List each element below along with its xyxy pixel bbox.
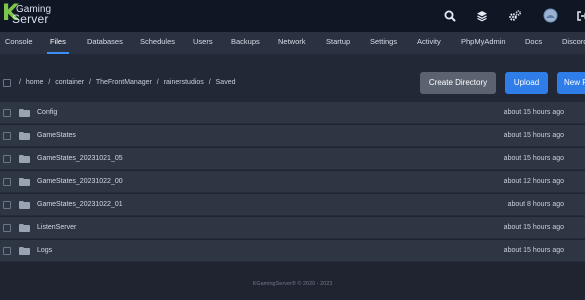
folder-icon [19, 155, 30, 163]
top-bar: K Gaming Server [0, 0, 585, 32]
tab-databases[interactable]: Databases [87, 32, 123, 54]
tab-network[interactable]: Network [278, 32, 306, 54]
avatar[interactable] [543, 8, 558, 23]
file-modified: about 15 hours ago [503, 247, 564, 254]
file-name[interactable]: Logs [37, 240, 52, 262]
breadcrumb: / home / container / TheFrontManager / r… [19, 79, 239, 86]
breadcrumb-separator: / [89, 79, 91, 86]
folder-icon [19, 224, 30, 232]
file-row[interactable]: Logs about 15 hours ago [0, 240, 585, 262]
file-name[interactable]: GameStates [37, 125, 76, 147]
logo-text-bottom: Server [12, 12, 49, 26]
footer-copyright: KGamingServer® © 2020 - 2023 [252, 281, 333, 287]
layers-icon[interactable] [475, 9, 489, 23]
breadcrumb-separator: / [48, 79, 51, 86]
folder-icon [19, 201, 30, 209]
select-all-checkbox[interactable] [3, 79, 11, 87]
file-name[interactable]: GameStates_20231022_00 [37, 171, 123, 193]
tab-activity[interactable]: Activity [417, 32, 441, 54]
breadcrumb-rainerstudios[interactable]: rainerstudios [164, 79, 204, 86]
search-icon[interactable] [443, 9, 457, 23]
tab-docs[interactable]: Docs [525, 32, 542, 54]
file-row[interactable]: GameStates_20231022_00 about 12 hours ag… [0, 171, 585, 193]
file-modified: about 15 hours ago [503, 109, 564, 116]
tab-settings[interactable]: Settings [370, 32, 397, 54]
upload-button[interactable]: Upload [505, 72, 548, 94]
file-modified: about 15 hours ago [503, 224, 564, 231]
tab-files[interactable]: Files [47, 32, 69, 54]
folder-icon [19, 247, 30, 255]
file-row[interactable]: GameStates_20231022_01 about 8 hours ago [0, 194, 585, 216]
file-modified: about 15 hours ago [503, 155, 564, 162]
file-name[interactable]: GameStates_20231021_05 [37, 148, 123, 170]
breadcrumb-container[interactable]: container [55, 79, 84, 86]
breadcrumb-separator: / [208, 79, 211, 86]
file-row[interactable]: ListenServer about 15 hours ago [0, 217, 585, 239]
row-checkbox[interactable] [3, 155, 11, 163]
row-checkbox[interactable] [3, 247, 11, 255]
create-directory-button[interactable]: Create Directory [420, 72, 496, 94]
file-name[interactable]: ListenServer [37, 217, 76, 239]
file-name[interactable]: GameStates_20231022_01 [37, 194, 123, 216]
file-toolbar [0, 54, 585, 102]
file-row[interactable]: GameStates_20231021_05 about 15 hours ag… [0, 148, 585, 170]
file-modified: about 15 hours ago [503, 132, 564, 139]
tab-phpmyadmin[interactable]: PhpMyAdmin [461, 32, 506, 54]
folder-icon [19, 178, 30, 186]
file-modified: about 12 hours ago [503, 178, 564, 185]
logout-icon[interactable] [575, 9, 585, 23]
tab-console[interactable]: Console [5, 32, 33, 54]
new-file-button[interactable]: New File [557, 72, 585, 94]
row-checkbox[interactable] [3, 132, 11, 140]
breadcrumb-separator: / [19, 79, 21, 86]
file-name[interactable]: Config [37, 102, 57, 124]
row-checkbox[interactable] [3, 224, 11, 232]
row-checkbox[interactable] [3, 109, 11, 117]
tab-startup[interactable]: Startup [326, 32, 350, 54]
server-nav: Console Files Databases Schedules Users … [0, 32, 585, 54]
file-row[interactable]: GameStates about 15 hours ago [0, 125, 585, 147]
breadcrumb-thefrontmanager[interactable]: TheFrontManager [96, 79, 152, 86]
tab-backups[interactable]: Backups [231, 32, 260, 54]
row-checkbox[interactable] [3, 201, 11, 209]
tab-users[interactable]: Users [193, 32, 213, 54]
tab-discord[interactable]: Discord [562, 32, 585, 54]
tab-schedules[interactable]: Schedules [140, 32, 175, 54]
file-row[interactable]: Config about 15 hours ago [0, 102, 585, 124]
folder-icon [19, 132, 30, 140]
folder-icon [19, 109, 30, 117]
cogs-icon[interactable] [508, 9, 522, 23]
breadcrumb-saved: Saved [215, 79, 236, 86]
file-modified: about 8 hours ago [507, 201, 564, 208]
breadcrumb-home[interactable]: home [26, 79, 44, 86]
brand-logo[interactable]: K Gaming Server [0, 0, 70, 32]
row-checkbox[interactable] [3, 178, 11, 186]
breadcrumb-separator: / [156, 79, 159, 86]
